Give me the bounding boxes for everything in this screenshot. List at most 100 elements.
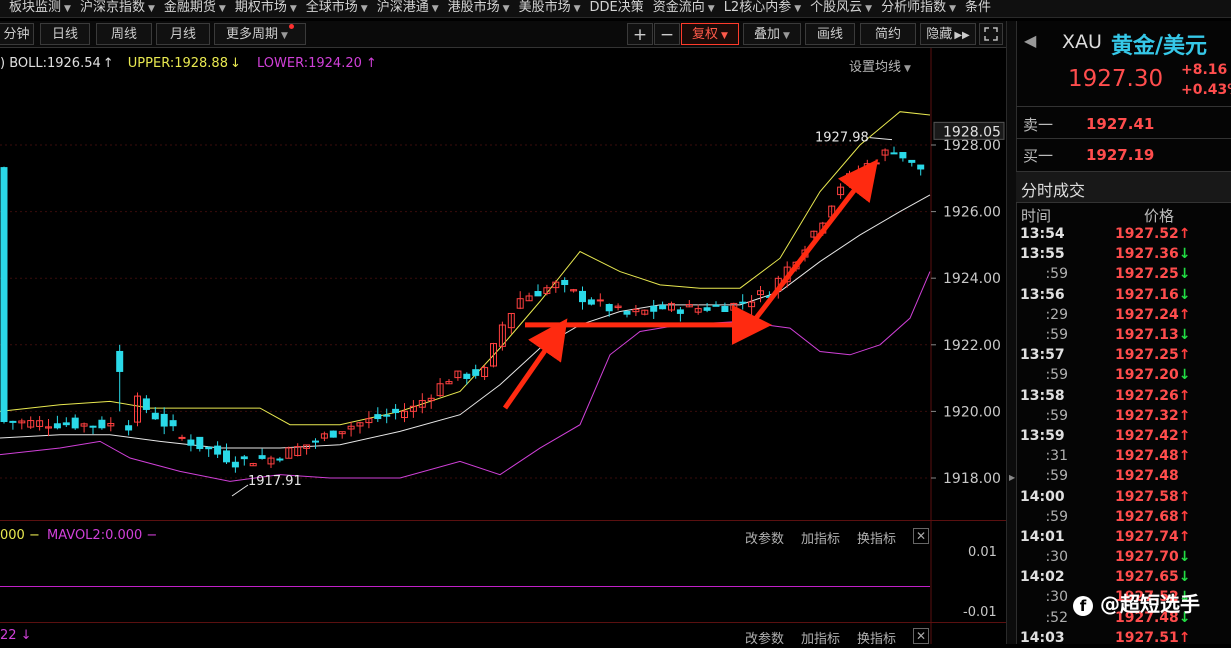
chevron-down-icon: ▼: [289, 4, 297, 14]
ticks-title: 分时成交: [1021, 181, 1086, 200]
set-ma-label: 设置均线: [849, 60, 902, 75]
candle-body: [151, 412, 159, 420]
trade-row: 13:59 1927.42↑: [1020, 426, 1231, 446]
candle-body: [71, 417, 79, 429]
top-menu-item[interactable]: 全球市场 ▼: [306, 0, 368, 17]
top-menu-item[interactable]: 沪深京指数 ▼: [80, 0, 155, 17]
facebook-icon: f: [1073, 595, 1093, 616]
top-menu-item[interactable]: DDE决策: [590, 0, 644, 15]
candle-body: [125, 425, 133, 431]
candles: [0, 146, 925, 473]
set-ma-button[interactable]: 设置均线 ▼: [849, 56, 911, 75]
top-menu-label: 港股市场: [447, 0, 500, 15]
candle-body: [142, 398, 150, 410]
period-month-button[interactable]: 月线: [156, 23, 210, 45]
top-menu-item[interactable]: 板块监测 ▼: [9, 0, 71, 17]
panel-divider: [0, 520, 1006, 521]
candle-body: [721, 305, 729, 312]
candle-body: [383, 414, 391, 417]
buy-price: 1927.19: [1086, 146, 1155, 164]
add-indicator-button[interactable]: 加指标: [801, 528, 840, 547]
top-menu-item[interactable]: 资金流向 ▼: [653, 0, 715, 17]
zoom-in-button[interactable]: +: [627, 23, 653, 45]
trade-row: 14:00 1927.58↑: [1020, 486, 1231, 506]
top-menu-item[interactable]: 金融期货 ▼: [164, 0, 226, 17]
trade-time: 13:55: [1020, 246, 1065, 263]
close-panel-button[interactable]: ✕: [913, 628, 929, 644]
trade-price: 1927.70: [1115, 549, 1179, 566]
switch-indicator-button[interactable]: 换指标: [857, 628, 896, 647]
trade-time: :31: [1045, 448, 1068, 465]
trade-price: 1927.65: [1115, 569, 1179, 586]
candle-body: [463, 373, 471, 379]
chevron-down-icon: ▼: [147, 4, 155, 14]
trades-table[interactable]: 13:54 1927.52↑ 13:55 1927.36↓:59 1927.25↓ 13:…: [1020, 224, 1231, 648]
trade-time: :59: [1045, 468, 1068, 485]
modify-params-button[interactable]: 改参数: [745, 528, 784, 547]
annotation-pointer: [869, 137, 893, 141]
watermark: f @超短选手: [1073, 588, 1200, 617]
period-day-button[interactable]: 日线: [40, 23, 90, 45]
candle-body: [169, 420, 177, 427]
chart-toolbar: 分钟 日线 周线 月线 更多周期 ▼ + − 复权 ▼ 叠加 ▼ 画线 简约 隐藏 ▶▶: [0, 21, 1006, 48]
switch-indicator-button[interactable]: 换指标: [857, 528, 896, 547]
add-indicator-button[interactable]: 加指标: [801, 628, 840, 647]
restore-rights-button[interactable]: 复权 ▼: [681, 23, 739, 45]
vol-tick-bottom: -0.01: [963, 605, 997, 620]
top-menu-item[interactable]: 个股风云 ▼: [810, 0, 872, 17]
candle-body: [392, 408, 400, 414]
simple-mode-button[interactable]: 简约: [860, 23, 916, 45]
candle-body: [899, 152, 907, 159]
quote-symbol: XAU: [1062, 31, 1102, 53]
candle-body: [178, 436, 186, 439]
candle-body: [160, 413, 168, 427]
top-menu-item[interactable]: 港股市场 ▼: [448, 0, 510, 17]
trade-row: :59 1927.13↓: [1020, 325, 1231, 345]
back-arrow-icon[interactable]: ◀: [1024, 31, 1036, 50]
divider: [1016, 138, 1231, 139]
overlay-button[interactable]: 叠加 ▼: [743, 23, 801, 45]
period-week-button[interactable]: 周线: [96, 23, 152, 45]
candlestick-chart[interactable]: 1927.98 1917.91: [0, 78, 1006, 520]
more-periods-button[interactable]: 更多周期 ▼: [214, 23, 306, 45]
buy-label: 买一: [1023, 147, 1054, 165]
arrow-up-icon: ↑: [1178, 226, 1191, 243]
quote-change-pct: +0.43%: [1181, 82, 1231, 98]
upper-value: UPPER:1928.88: [127, 56, 228, 71]
candle-body: [231, 461, 239, 468]
zoom-out-button[interactable]: −: [654, 23, 680, 45]
modify-params-button[interactable]: 改参数: [745, 628, 784, 647]
trade-price: 1927.48: [1115, 448, 1179, 465]
boll-lines: [0, 111, 931, 482]
trade-row: 14:03 1927.51↑: [1020, 628, 1231, 648]
sell-price: 1927.41: [1086, 115, 1155, 133]
trade-time: 14:00: [1020, 488, 1065, 505]
arrow-down-icon: ↓: [1178, 367, 1191, 384]
trade-time: :30: [1045, 549, 1068, 566]
trade-row: 14:01 1927.74↑: [1020, 527, 1231, 547]
top-menu-item[interactable]: L2核心内参 ▼: [724, 0, 801, 17]
trade-row: 13:57 1927.25↑: [1020, 345, 1231, 365]
candle-body: [53, 423, 61, 429]
boll-legend: ) BOLL:1926.54 ↑ UPPER:1928.88 ↓ LOWER:192…: [0, 56, 387, 71]
candle-body: [116, 350, 124, 372]
arrow-up-icon: ↑: [1178, 629, 1191, 646]
draw-line-button[interactable]: 画线: [805, 23, 855, 45]
close-panel-button[interactable]: ✕: [913, 528, 929, 544]
candle-body: [196, 436, 204, 450]
quote-change: +8.16: [1181, 62, 1228, 78]
top-menu-label: 个股风云: [810, 0, 863, 15]
notification-dot-icon: [288, 24, 294, 29]
period-minute-button[interactable]: 分钟: [0, 23, 34, 45]
top-menu-item[interactable]: 美股市场 ▼: [519, 0, 581, 17]
trade-price: 1927.52: [1115, 226, 1179, 243]
candle-body: [240, 456, 248, 460]
chevron-down-icon: ▼: [218, 4, 226, 14]
top-menu-item[interactable]: 期权市场 ▼: [235, 0, 297, 17]
trade-row: :59 1927.32↑: [1020, 406, 1231, 426]
top-menu-item[interactable]: 沪深港通 ▼: [377, 0, 439, 17]
sell-label: 卖一: [1023, 116, 1054, 134]
vol-left-label: 000 −: [0, 528, 40, 543]
chevron-down-icon: ▼: [783, 31, 790, 41]
watermark-text: @超短选手: [1099, 592, 1200, 616]
